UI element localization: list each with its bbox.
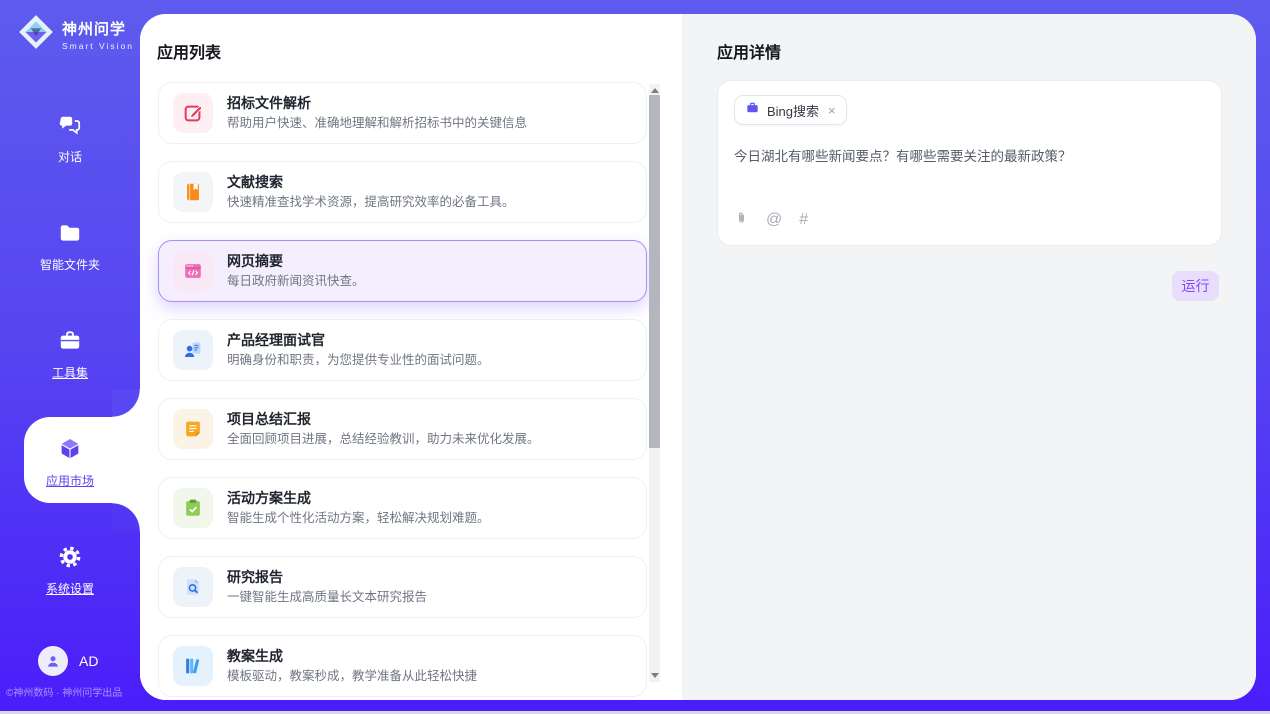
- sidebar: 神州问学 Smart Vision 对话 智能文件夹 工具集: [0, 0, 140, 714]
- sidebar-item-label: 系统设置: [0, 580, 140, 597]
- interview-icon: [173, 330, 213, 370]
- user-account[interactable]: AD: [38, 646, 98, 676]
- app-card-literature-search[interactable]: 文献搜索 快速精准查找学术资源，提高研究效率的必备工具。: [158, 161, 647, 223]
- research-icon: [173, 567, 213, 607]
- diamond-logo-icon: [17, 13, 55, 56]
- brand-subtitle: Smart Vision: [62, 41, 134, 51]
- app-name: 文献搜索: [227, 174, 515, 192]
- app-card-project-summary[interactable]: 项目总结汇报 全面回顾项目进展，总结经验教训，助力未来优化发展。: [158, 398, 647, 460]
- app-detail-title: 应用详情: [717, 39, 781, 63]
- note-icon: [173, 409, 213, 449]
- app-logo: 神州问学 Smart Vision: [17, 13, 134, 56]
- sidebar-item-toolset[interactable]: 工具集: [0, 328, 140, 381]
- sidebar-item-label: 对话: [0, 148, 140, 165]
- sidebar-item-smart-folder[interactable]: 智能文件夹: [0, 220, 140, 273]
- app-detail-section: 应用详情 Bing搜索 × 今日湖北有哪些新闻要点？有哪些需要关注的最新政策？: [682, 14, 1256, 700]
- app-desc: 智能生成个性化活动方案，轻松解决规划难题。: [227, 510, 490, 526]
- app-list-title: 应用列表: [157, 39, 221, 63]
- app-name: 教案生成: [227, 648, 477, 666]
- app-card-web-summary[interactable]: 网页摘要 每日政府新闻资讯快查。: [158, 240, 647, 302]
- sidebar-item-app-market[interactable]: 应用市场: [0, 436, 140, 489]
- briefcase-icon: [745, 100, 760, 120]
- app-desc: 帮助用户快速、准确地理解和解析招标书中的关键信息: [227, 115, 527, 131]
- sidebar-item-chat[interactable]: 对话: [0, 112, 140, 165]
- app-card-lesson-plan[interactable]: 教案生成 模板驱动，教案秒成，教学准备从此轻松快捷: [158, 635, 647, 697]
- hash-icon[interactable]: #: [799, 212, 808, 228]
- main-panel: 应用列表 招标文件解析 帮助用户快速、准确地理解和解析招标书中的关键信息: [140, 14, 1256, 700]
- app-desc: 每日政府新闻资讯快查。: [227, 273, 365, 289]
- books-icon: [173, 646, 213, 686]
- clipboard-check-icon: [173, 488, 213, 528]
- scrollbar-up-arrow-icon[interactable]: [651, 88, 659, 93]
- browser-code-icon: [173, 251, 213, 291]
- app-card-research-report[interactable]: 研究报告 一键智能生成高质量长文本研究报告: [158, 556, 647, 618]
- cube-icon: [57, 449, 83, 466]
- app-card-pm-interviewer[interactable]: 产品经理面试官 明确身份和职责，为您提供专业性的面试问题。: [158, 319, 647, 381]
- folder-icon: [57, 233, 83, 250]
- app-desc: 一键智能生成高质量长文本研究报告: [227, 589, 427, 605]
- copyright-footer: ©神州数码 · 神州问学出品: [6, 684, 140, 699]
- book-icon: [173, 172, 213, 212]
- app-desc: 明确身份和职责，为您提供专业性的面试问题。: [227, 352, 490, 368]
- gear-icon: [57, 557, 83, 574]
- scrollbar-down-arrow-icon[interactable]: [651, 673, 659, 678]
- mention-icon[interactable]: @: [766, 212, 782, 228]
- sidebar-item-label: 智能文件夹: [0, 256, 140, 273]
- app-name: 招标文件解析: [227, 95, 527, 113]
- close-icon[interactable]: ×: [828, 103, 836, 118]
- app-list-section: 应用列表 招标文件解析 帮助用户快速、准确地理解和解析招标书中的关键信息: [140, 14, 682, 700]
- sidebar-item-label: 应用市场: [0, 472, 140, 489]
- run-button[interactable]: 运行: [1172, 271, 1219, 301]
- blob-corner-top: [112, 389, 140, 417]
- brand-name: 神州问学: [62, 21, 126, 38]
- app-name: 网页摘要: [227, 253, 365, 271]
- user-initials: AD: [79, 653, 98, 669]
- app-desc: 快速精准查找学术资源，提高研究效率的必备工具。: [227, 194, 515, 210]
- sidebar-item-label: 工具集: [0, 364, 140, 381]
- app-name: 项目总结汇报: [227, 411, 540, 429]
- blob-corner-bottom: [112, 503, 140, 531]
- app-name: 产品经理面试官: [227, 332, 490, 350]
- app-desc: 全面回顾项目进展，总结经验教训，助力未来优化发展。: [227, 431, 540, 447]
- sidebar-item-settings[interactable]: 系统设置: [0, 544, 140, 597]
- query-input[interactable]: 今日湖北有哪些新闻要点？有哪些需要关注的最新政策？: [734, 147, 1205, 167]
- edit-square-icon: [173, 93, 213, 133]
- app-name: 活动方案生成: [227, 490, 490, 508]
- scrollbar[interactable]: [649, 84, 660, 682]
- avatar: [38, 646, 68, 676]
- tool-chip-bing-search[interactable]: Bing搜索 ×: [734, 95, 847, 125]
- app-desc: 模板驱动，教案秒成，教学准备从此轻松快捷: [227, 668, 477, 684]
- toolbox-icon: [57, 341, 83, 358]
- prompt-card: Bing搜索 × 今日湖北有哪些新闻要点？有哪些需要关注的最新政策？ @ #: [717, 80, 1222, 246]
- scrollbar-thumb[interactable]: [649, 95, 660, 448]
- app-card-event-plan[interactable]: 活动方案生成 智能生成个性化活动方案，轻松解决规划难题。: [158, 477, 647, 539]
- paperclip-icon[interactable]: [734, 209, 749, 231]
- chat-icon: [57, 125, 83, 142]
- app-card-tender-parse[interactable]: 招标文件解析 帮助用户快速、准确地理解和解析招标书中的关键信息: [158, 82, 647, 144]
- tool-chip-label: Bing搜索: [767, 101, 819, 120]
- composer-toolbar: @ #: [734, 209, 808, 231]
- app-name: 研究报告: [227, 569, 427, 587]
